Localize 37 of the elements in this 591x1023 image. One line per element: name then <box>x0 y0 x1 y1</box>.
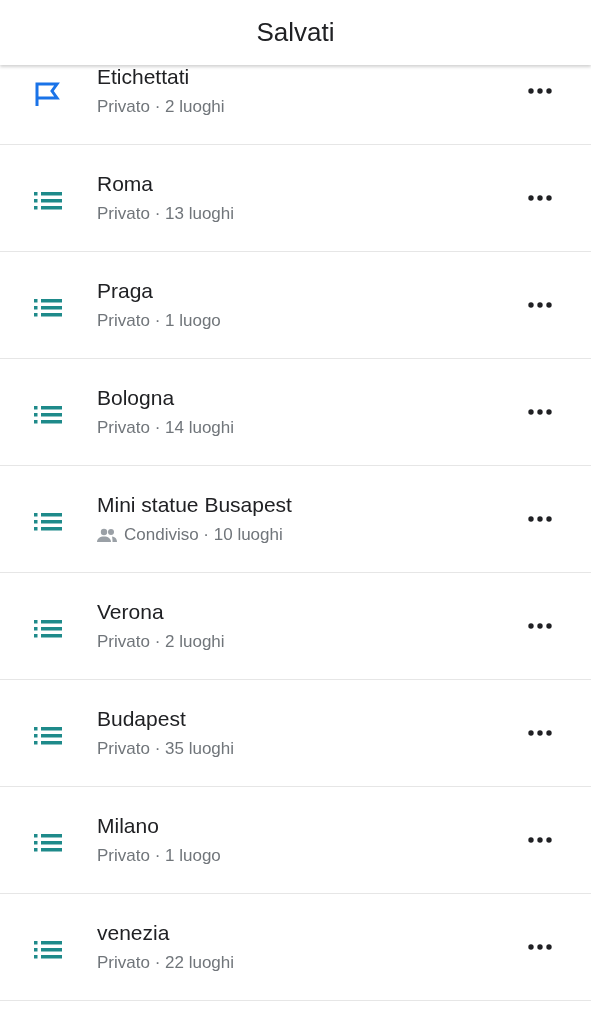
more-icon[interactable] <box>528 730 552 736</box>
list-details: Privato · 14 luoghi <box>97 417 235 439</box>
list-details: Privato · 1 luogo <box>97 310 221 332</box>
more-icon[interactable] <box>528 516 552 522</box>
flag-icon <box>33 81 62 107</box>
list-icon <box>33 299 62 317</box>
more-icon[interactable] <box>528 623 552 629</box>
list-icon <box>33 941 62 959</box>
list-icon <box>33 192 62 210</box>
list-name: Verona <box>97 599 165 625</box>
list-name: Etichettati <box>97 64 191 90</box>
list-details: Privato · 2 luoghi <box>97 631 225 653</box>
list-name: Praga <box>97 278 155 304</box>
list-icon <box>33 513 62 531</box>
list-name: Milano <box>97 813 160 839</box>
list-icon <box>33 727 62 745</box>
list-details: Privato · 35 luoghi <box>97 738 235 760</box>
list-icon <box>33 406 62 424</box>
more-icon[interactable] <box>528 195 552 201</box>
list-details: Privato · 1 luogo <box>97 845 221 867</box>
list-name: Roma <box>97 171 155 197</box>
list-details: Privato · 13 luoghi <box>97 203 235 225</box>
list-details: Condiviso · 10 luoghi <box>124 524 283 546</box>
more-icon[interactable] <box>528 409 552 415</box>
more-icon[interactable] <box>528 302 552 308</box>
list-details: Privato · 22 luoghi <box>97 952 235 974</box>
list-name: Mini statue Busapest <box>97 492 293 518</box>
more-icon[interactable] <box>528 837 552 843</box>
list-name: Bologna <box>97 385 176 411</box>
list-icon <box>33 834 62 852</box>
list-details: Privato · 2 luoghi <box>97 96 225 118</box>
page-title: Salvati <box>256 16 335 49</box>
list-name: Budapest <box>97 706 187 732</box>
list-name: venezia <box>97 920 171 946</box>
more-icon[interactable] <box>528 944 552 950</box>
list-icon <box>33 620 62 638</box>
more-icon[interactable] <box>528 88 552 94</box>
